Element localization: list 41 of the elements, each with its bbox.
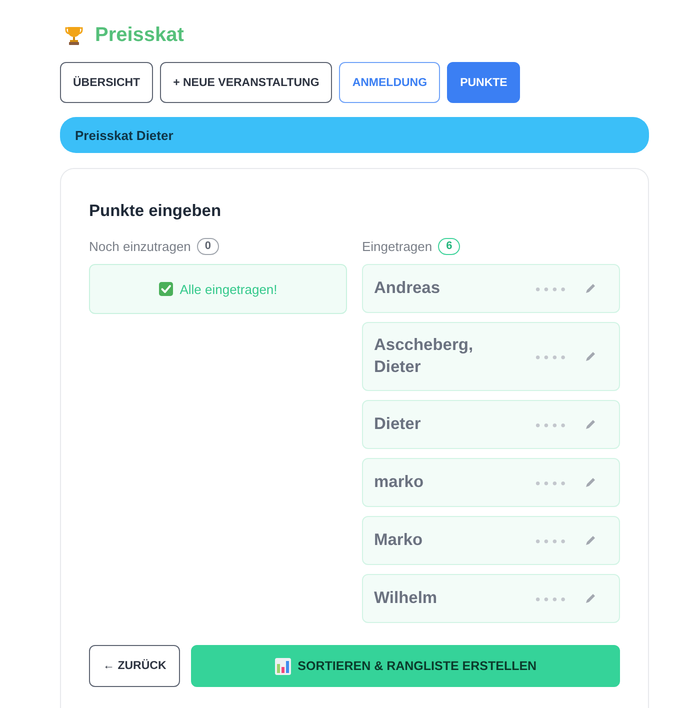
player-row[interactable]: Marko •••• [362, 516, 620, 565]
nav-tab[interactable]: ÜBERSICHT [60, 62, 154, 103]
player-row[interactable]: Andreas •••• [362, 264, 620, 313]
masked-points: •••• [535, 590, 569, 606]
player-row[interactable]: Dieter •••• [362, 400, 620, 449]
pencil-icon[interactable] [585, 351, 596, 362]
masked-points: •••• [535, 416, 569, 432]
player-name: Dieter [374, 414, 422, 435]
pencil-icon[interactable] [585, 419, 596, 430]
event-title: Preisskat Dieter [75, 128, 174, 142]
player-row[interactable]: marko •••• [362, 458, 620, 507]
card-title: Punkte eingeben [89, 201, 222, 222]
masked-points: •••• [535, 348, 569, 364]
column-label: Noch einzutragen [89, 238, 191, 254]
empty-state-message: Alle eingetragen! [180, 282, 278, 296]
nav-tab[interactable]: ANMELDUNG [339, 62, 440, 103]
count-badge: 0 [196, 238, 219, 254]
nav-tab[interactable]: + NEUE VERANSTALTUNG [160, 62, 332, 103]
back-button[interactable]: ← ZURÜCK [89, 645, 180, 687]
player-row[interactable]: Wilhelm •••• [362, 574, 620, 623]
masked-points: •••• [535, 474, 569, 490]
create-ranking-button[interactable]: SORTIEREN & RANGLISTE ERSTELLEN [191, 645, 620, 687]
check-icon [158, 282, 173, 296]
player-name: Asccheberg, Dieter [374, 335, 474, 378]
masked-points: •••• [535, 532, 569, 548]
trophy-icon [65, 25, 83, 45]
pencil-icon[interactable] [585, 535, 596, 546]
player-name: marko [374, 472, 425, 493]
player-name: Marko [374, 530, 424, 551]
count-badge: 6 [438, 238, 460, 254]
masked-points: •••• [535, 280, 569, 296]
app-title: Preisskat [95, 23, 184, 48]
column-label: Eingetragen [362, 238, 432, 254]
player-name: Andreas [374, 278, 442, 299]
bar-chart-icon [274, 658, 291, 674]
player-row[interactable]: Asccheberg, Dieter •••• [362, 322, 620, 391]
pencil-icon[interactable] [585, 477, 596, 488]
pencil-icon[interactable] [585, 283, 596, 294]
nav-tab[interactable]: PUNKTE [447, 62, 520, 103]
player-name: Wilhelm [374, 588, 438, 609]
pencil-icon[interactable] [585, 593, 596, 604]
